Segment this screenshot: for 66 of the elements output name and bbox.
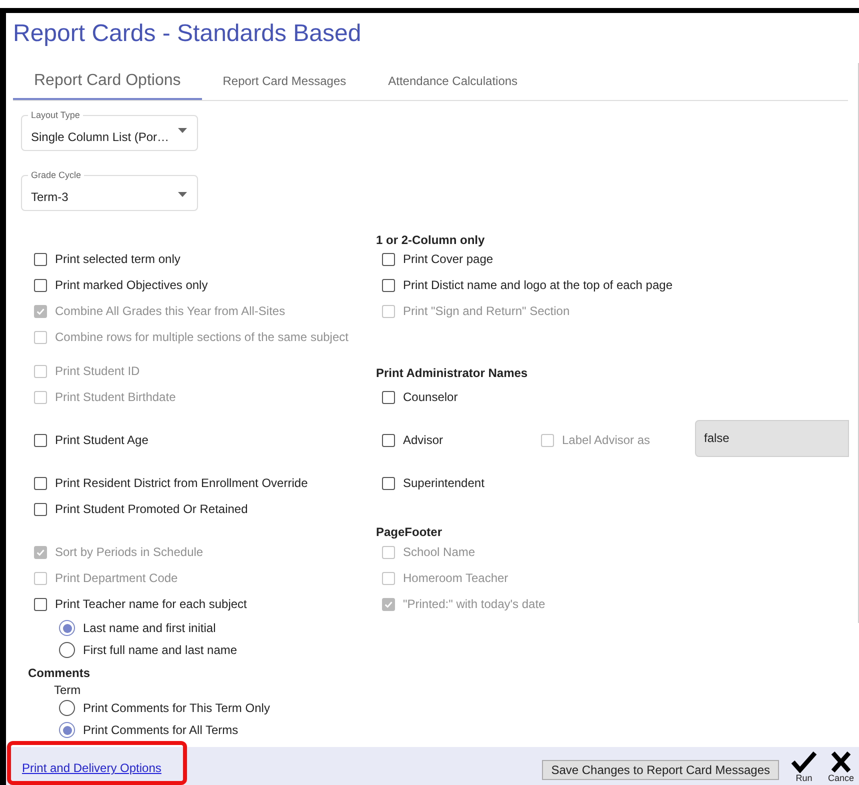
field-value: Term-3 — [31, 189, 70, 206]
checkbox[interactable] — [34, 434, 47, 446]
checkbox[interactable] — [382, 434, 395, 446]
checkbox-label: Print Student Age — [55, 432, 148, 449]
radio-button[interactable] — [59, 620, 75, 636]
label-field[interactable]: false — [695, 420, 849, 456]
run-label: Run — [796, 773, 812, 783]
checkbox-label: Combine All Grades this Year from All-Sites — [55, 303, 286, 320]
checkbox[interactable] — [382, 252, 395, 266]
check-icon — [384, 600, 393, 608]
field-value: Single Column List (Por… — [31, 129, 170, 146]
radio-button[interactable] — [59, 642, 75, 658]
checkbox-label: Print Student Promoted Or Retained — [55, 501, 248, 518]
checkbox-label: Print selected term only — [55, 251, 180, 268]
checkbox-label: Combine rows for multiple sections of the same subject — [55, 329, 348, 346]
checkbox-label: Label Advisor as — [562, 432, 650, 449]
checkbox-label: Print marked Objectives only — [55, 277, 208, 294]
checkbox[interactable] — [34, 252, 47, 266]
checkbox-label: Counselor — [403, 389, 458, 406]
field-label: Layout Type — [28, 110, 83, 120]
radio-button[interactable] — [59, 700, 75, 716]
checkbox-label: Print Student Birthdate — [55, 389, 176, 406]
checkbox-label: Print Student ID — [55, 363, 140, 380]
checkbox[interactable] — [382, 390, 395, 404]
radio-label: Last name and first initial — [83, 620, 216, 637]
checkbox-label: Print Resident District from Enrollment Override — [55, 475, 308, 492]
close-icon — [831, 751, 851, 773]
save-changes-button[interactable]: Save Changes to Report Card Messages — [542, 760, 779, 780]
field-label: Grade Cycle — [28, 170, 84, 180]
checkbox[interactable] — [382, 278, 395, 292]
checkbox[interactable] — [34, 278, 47, 292]
checkbox-label: Print "Sign and Return" Section — [403, 303, 570, 320]
checkbox[interactable] — [34, 502, 47, 516]
checkbox-label: Print Distict name and logo at the top of each page — [403, 277, 673, 294]
checkbox-label: Homeroom Teacher — [403, 570, 508, 587]
radio-label: First full name and last name — [83, 642, 238, 659]
page-title: Report Cards - Standards Based — [13, 19, 362, 49]
tab[interactable]: Report Card Options — [13, 63, 202, 100]
cancel-label: Cance — [828, 773, 854, 783]
check-icon — [36, 306, 45, 316]
checkbox-label: School Name — [403, 544, 476, 561]
section-heading: 1 or 2-Column only — [376, 232, 485, 249]
checkbox[interactable] — [382, 476, 395, 490]
checkbox-label: Print Teacher name for each subject — [55, 596, 247, 613]
tab[interactable]: Attendance Calculations — [367, 63, 539, 100]
dropdown-arrow-icon — [178, 192, 187, 196]
checkmark-icon — [791, 751, 817, 773]
tab[interactable]: Report Card Messages — [202, 63, 368, 100]
checkbox-label: Superintendent — [403, 475, 484, 492]
checkbox[interactable] — [34, 476, 47, 490]
radio-label: Print Comments for All Terms — [83, 722, 238, 739]
section-heading: Print Administrator Names — [376, 365, 528, 382]
radio-label: Print Comments for This Term Only — [83, 700, 270, 717]
print-delivery-link[interactable]: Print and Delivery Options — [22, 759, 162, 777]
checkbox[interactable] — [34, 598, 47, 610]
section-heading: PageFooter — [376, 524, 442, 541]
checkbox-label: Advisor — [403, 432, 444, 449]
dropdown-arrow-icon — [178, 128, 187, 132]
radio-button[interactable] — [59, 722, 75, 738]
check-icon — [36, 548, 45, 556]
section-heading: Comments — [28, 665, 90, 682]
checkbox-label: Sort by Periods in Schedule — [55, 544, 204, 561]
checkbox-label: "Printed:" with today's date — [403, 596, 546, 613]
checkbox-label: Print Department Code — [55, 570, 178, 587]
checkbox-label: Print Cover page — [403, 251, 494, 268]
group-label: Term — [54, 682, 81, 699]
